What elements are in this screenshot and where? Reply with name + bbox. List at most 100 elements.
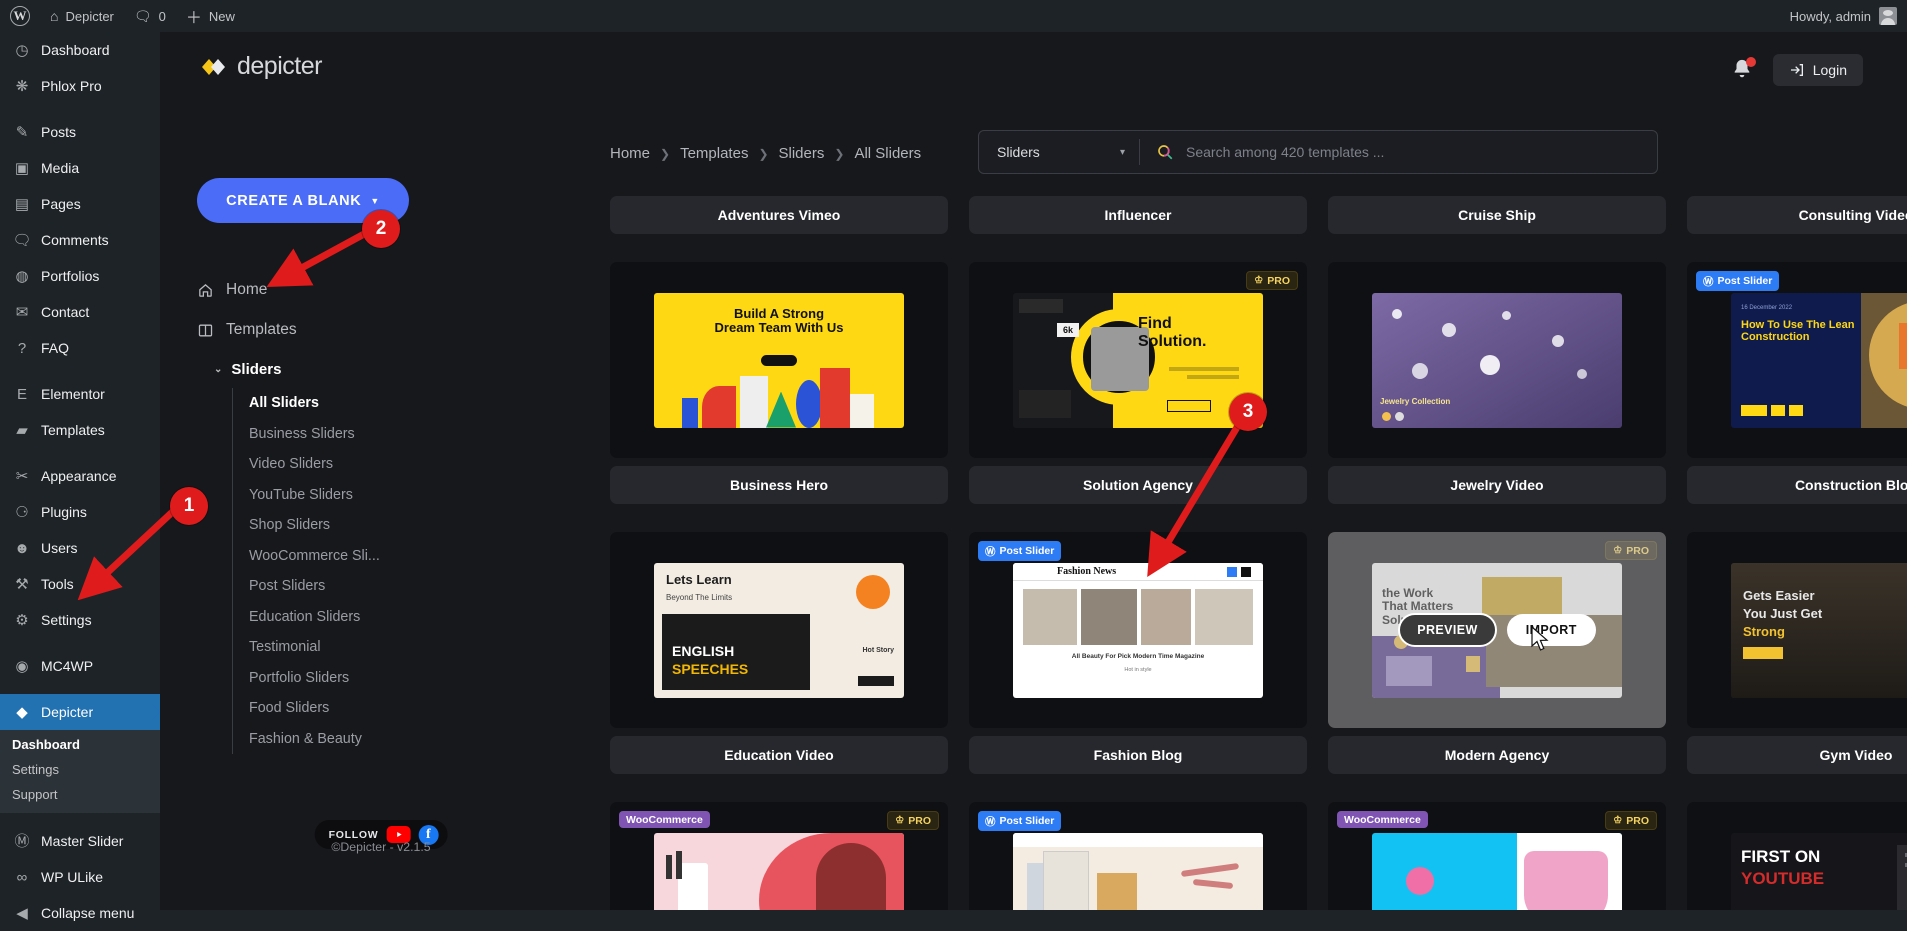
template-card[interactable]: Fashion News All Beauty For Pick Modern T… xyxy=(969,524,1307,774)
nav-subitem-shop-sliders[interactable]: Shop Sliders xyxy=(249,510,441,541)
breadcrumb-item-sliders[interactable]: Sliders xyxy=(779,145,825,162)
card-top-title[interactable]: Consulting Video xyxy=(1687,196,1907,234)
nav-subitem-woocommerce-sli-[interactable]: WooCommerce Sli... xyxy=(249,541,441,572)
wp-submenu-item-settings[interactable]: Settings xyxy=(0,757,160,782)
depicter-logo[interactable]: depicter xyxy=(200,52,322,81)
wp-submenu-item-dashboard[interactable]: Dashboard xyxy=(0,732,160,757)
breadcrumb-item-all-sliders[interactable]: All Sliders xyxy=(854,145,921,162)
template-card[interactable]: WooCommerce ♔ PRO xyxy=(610,794,948,910)
wp-menu-item-faq[interactable]: ? FAQ xyxy=(0,330,160,366)
card-title[interactable]: Solution Agency xyxy=(969,466,1307,504)
card-title[interactable]: Construction Blog xyxy=(1687,466,1907,504)
card-title[interactable]: Business Hero xyxy=(610,466,948,504)
card-thumbnail[interactable]: Gets EasierYou Just GetStrong ♔PRO xyxy=(1687,532,1907,728)
wp-menu-item-portfolios[interactable]: ◍ Portfolios xyxy=(0,258,160,294)
import-button[interactable]: IMPORT xyxy=(1506,614,1596,646)
wp-menu-item-users[interactable]: ☻ Users xyxy=(0,530,160,566)
template-card[interactable]: Lets Learn Beyond The Limits ENGLISH SPEECH… xyxy=(610,524,948,774)
nav-group-label: Sliders xyxy=(231,360,282,378)
wp-menu-item-phlox-pro[interactable]: ❋ Phlox Pro xyxy=(0,68,160,104)
new-content-menu[interactable]: ＋ New xyxy=(176,0,245,32)
breadcrumb-item-templates[interactable]: Templates xyxy=(680,145,748,162)
preview-button[interactable]: PREVIEW xyxy=(1398,613,1497,647)
notifications-button[interactable] xyxy=(1731,57,1756,82)
card-title[interactable]: Education Video xyxy=(610,736,948,774)
thumbnail-art: Gets Easier You Just Get Strong xyxy=(1731,562,1907,698)
template-card[interactable]: Sweet Bit WooCommerce ♔PRO xyxy=(1328,794,1666,910)
card-thumbnail[interactable]: Jewelry Collection xyxy=(1328,262,1666,458)
card-thumbnail[interactable]: Build A Strong Dream Team With Us xyxy=(610,262,948,458)
wp-menu-item-wp-ulike[interactable]: ∞ WP ULike xyxy=(0,859,160,895)
card-thumbnail[interactable]: Lets Learn Beyond The Limits ENGLISH SPEECH… xyxy=(610,532,948,728)
wp-menu-item-posts[interactable]: ✎ Posts xyxy=(0,114,160,150)
card-thumbnail[interactable]: Fashion News All Beauty For Pick Modern T… xyxy=(969,532,1307,728)
nav-item-home[interactable]: Home xyxy=(196,270,441,310)
wp-submenu-item-support[interactable]: Support xyxy=(0,782,160,807)
wp-menu-item-appearance[interactable]: ✂ Appearance xyxy=(0,458,160,494)
wp-menu-item-label: MC4WP xyxy=(41,658,94,674)
wp-menu-item-templates[interactable]: ▰ Templates xyxy=(0,412,160,448)
nav-subitem-post-sliders[interactable]: Post Sliders xyxy=(249,571,441,602)
wp-menu-item-dashboard[interactable]: ◷ Dashboard xyxy=(0,32,160,68)
menu-separator xyxy=(0,813,160,823)
wp-ulike-icon: ∞ xyxy=(16,868,28,886)
template-card[interactable]: the WorkThat MattersSolution. ♔PRO PREVI… xyxy=(1328,524,1666,774)
wp-menu-item-plugins[interactable]: ⚆ Plugins xyxy=(0,494,160,530)
wp-menu-item-mc4wp[interactable]: ◉ MC4WP xyxy=(0,648,160,684)
wp-menu-item-comments[interactable]: 🗨 Comments xyxy=(0,222,160,258)
wp-menu-item-tools[interactable]: ⚒ Tools xyxy=(0,566,160,602)
nav-subitem-portfolio-sliders[interactable]: Portfolio Sliders xyxy=(249,663,441,694)
nav-subitem-youtube-sliders[interactable]: YouTube Sliders xyxy=(249,480,441,511)
wordpress-icon: Ⓦ xyxy=(985,815,996,828)
template-card[interactable]: 6k Find Solution. ♔ PRO Solution Agency xyxy=(969,254,1307,504)
wordpress-logo-menu[interactable]: W xyxy=(0,0,40,32)
wp-menu-item-depicter[interactable]: ◆ Depicter xyxy=(0,694,160,730)
wp-menu-item-contact[interactable]: ✉ Contact xyxy=(0,294,160,330)
wp-menu-item-media[interactable]: ▣ Media xyxy=(0,150,160,186)
nav-subitem-food-sliders[interactable]: Food Sliders xyxy=(249,693,441,724)
template-card[interactable]: FIRST ONYOUTUBE ♔PRO xyxy=(1687,794,1907,910)
card-thumbnail[interactable]: How To Use The Lean Construction 16 Decemb… xyxy=(1687,262,1907,458)
home-icon: ⌂ xyxy=(50,8,59,24)
comments-menu[interactable]: 🗨 0 xyxy=(124,0,176,32)
site-name-menu[interactable]: ⌂ Depicter xyxy=(40,0,124,32)
card-thumbnail[interactable]: FIRST ONYOUTUBE ♔PRO xyxy=(1687,802,1907,910)
badge-pro: ♔ PRO xyxy=(1246,271,1298,290)
nav-subitem-video-sliders[interactable]: Video Sliders xyxy=(249,449,441,480)
templates-icon xyxy=(196,321,214,339)
card-title[interactable]: Jewelry Video xyxy=(1328,466,1666,504)
card-title[interactable]: Modern Agency xyxy=(1328,736,1666,774)
template-card[interactable]: Gets EasierYou Just GetStrong ♔PRO Gym V… xyxy=(1687,524,1907,774)
wp-menu-item-pages[interactable]: ▤ Pages xyxy=(0,186,160,222)
settings-icon: ⚙ xyxy=(15,611,29,629)
breadcrumb-item-home[interactable]: Home xyxy=(610,145,650,162)
nav-item-templates[interactable]: Templates xyxy=(196,310,441,350)
template-card[interactable]: Ⓦ Post Slider xyxy=(969,794,1307,910)
nav-subitem-testimonial[interactable]: Testimonial xyxy=(249,632,441,663)
login-button[interactable]: Login xyxy=(1772,54,1863,86)
wp-menu-item-master-slider[interactable]: Ⓜ Master Slider xyxy=(0,823,160,859)
copyright-label: ©Depicter - v2.1.5 xyxy=(331,840,431,854)
nav-subitem-education-sliders[interactable]: Education Sliders xyxy=(249,602,441,633)
card-top-title[interactable]: Influencer xyxy=(969,196,1307,234)
card-title[interactable]: Fashion Blog xyxy=(969,736,1307,774)
depicter-logo-icon xyxy=(200,56,230,78)
card-title[interactable]: Gym Video xyxy=(1687,736,1907,774)
wp-menu-item-elementor[interactable]: E Elementor xyxy=(0,376,160,412)
template-card[interactable]: How To Use The Lean Construction 16 Decemb… xyxy=(1687,254,1907,504)
card-thumbnail[interactable]: WooCommerce ♔ PRO xyxy=(610,802,948,910)
template-card[interactable]: Build A Strong Dream Team With Us Busines… xyxy=(610,254,948,504)
card-thumbnail[interactable]: Sweet Bit WooCommerce ♔PRO xyxy=(1328,802,1666,910)
nav-subitem-all-sliders[interactable]: All Sliders xyxy=(249,388,441,419)
card-thumbnail[interactable]: the WorkThat MattersSolution. ♔PRO PREVI… xyxy=(1328,532,1666,728)
card-top-title[interactable]: Adventures Vimeo xyxy=(610,196,948,234)
card-thumbnail[interactable]: Ⓦ Post Slider xyxy=(969,802,1307,910)
wp-menu-item-collapse-menu[interactable]: ◀ Collapse menu xyxy=(0,895,160,931)
template-card[interactable]: Jewelry Collection Jewelry Video xyxy=(1328,254,1666,504)
my-account-menu[interactable]: Howdy, admin xyxy=(1790,7,1907,25)
wp-menu-item-settings[interactable]: ⚙ Settings xyxy=(0,602,160,638)
nav-subitem-business-sliders[interactable]: Business Sliders xyxy=(249,419,441,450)
nav-subitem-fashion-beauty[interactable]: Fashion & Beauty xyxy=(249,724,441,755)
card-top-title[interactable]: Cruise Ship xyxy=(1328,196,1666,234)
nav-group-sliders[interactable]: ⌄ Sliders xyxy=(196,350,441,388)
